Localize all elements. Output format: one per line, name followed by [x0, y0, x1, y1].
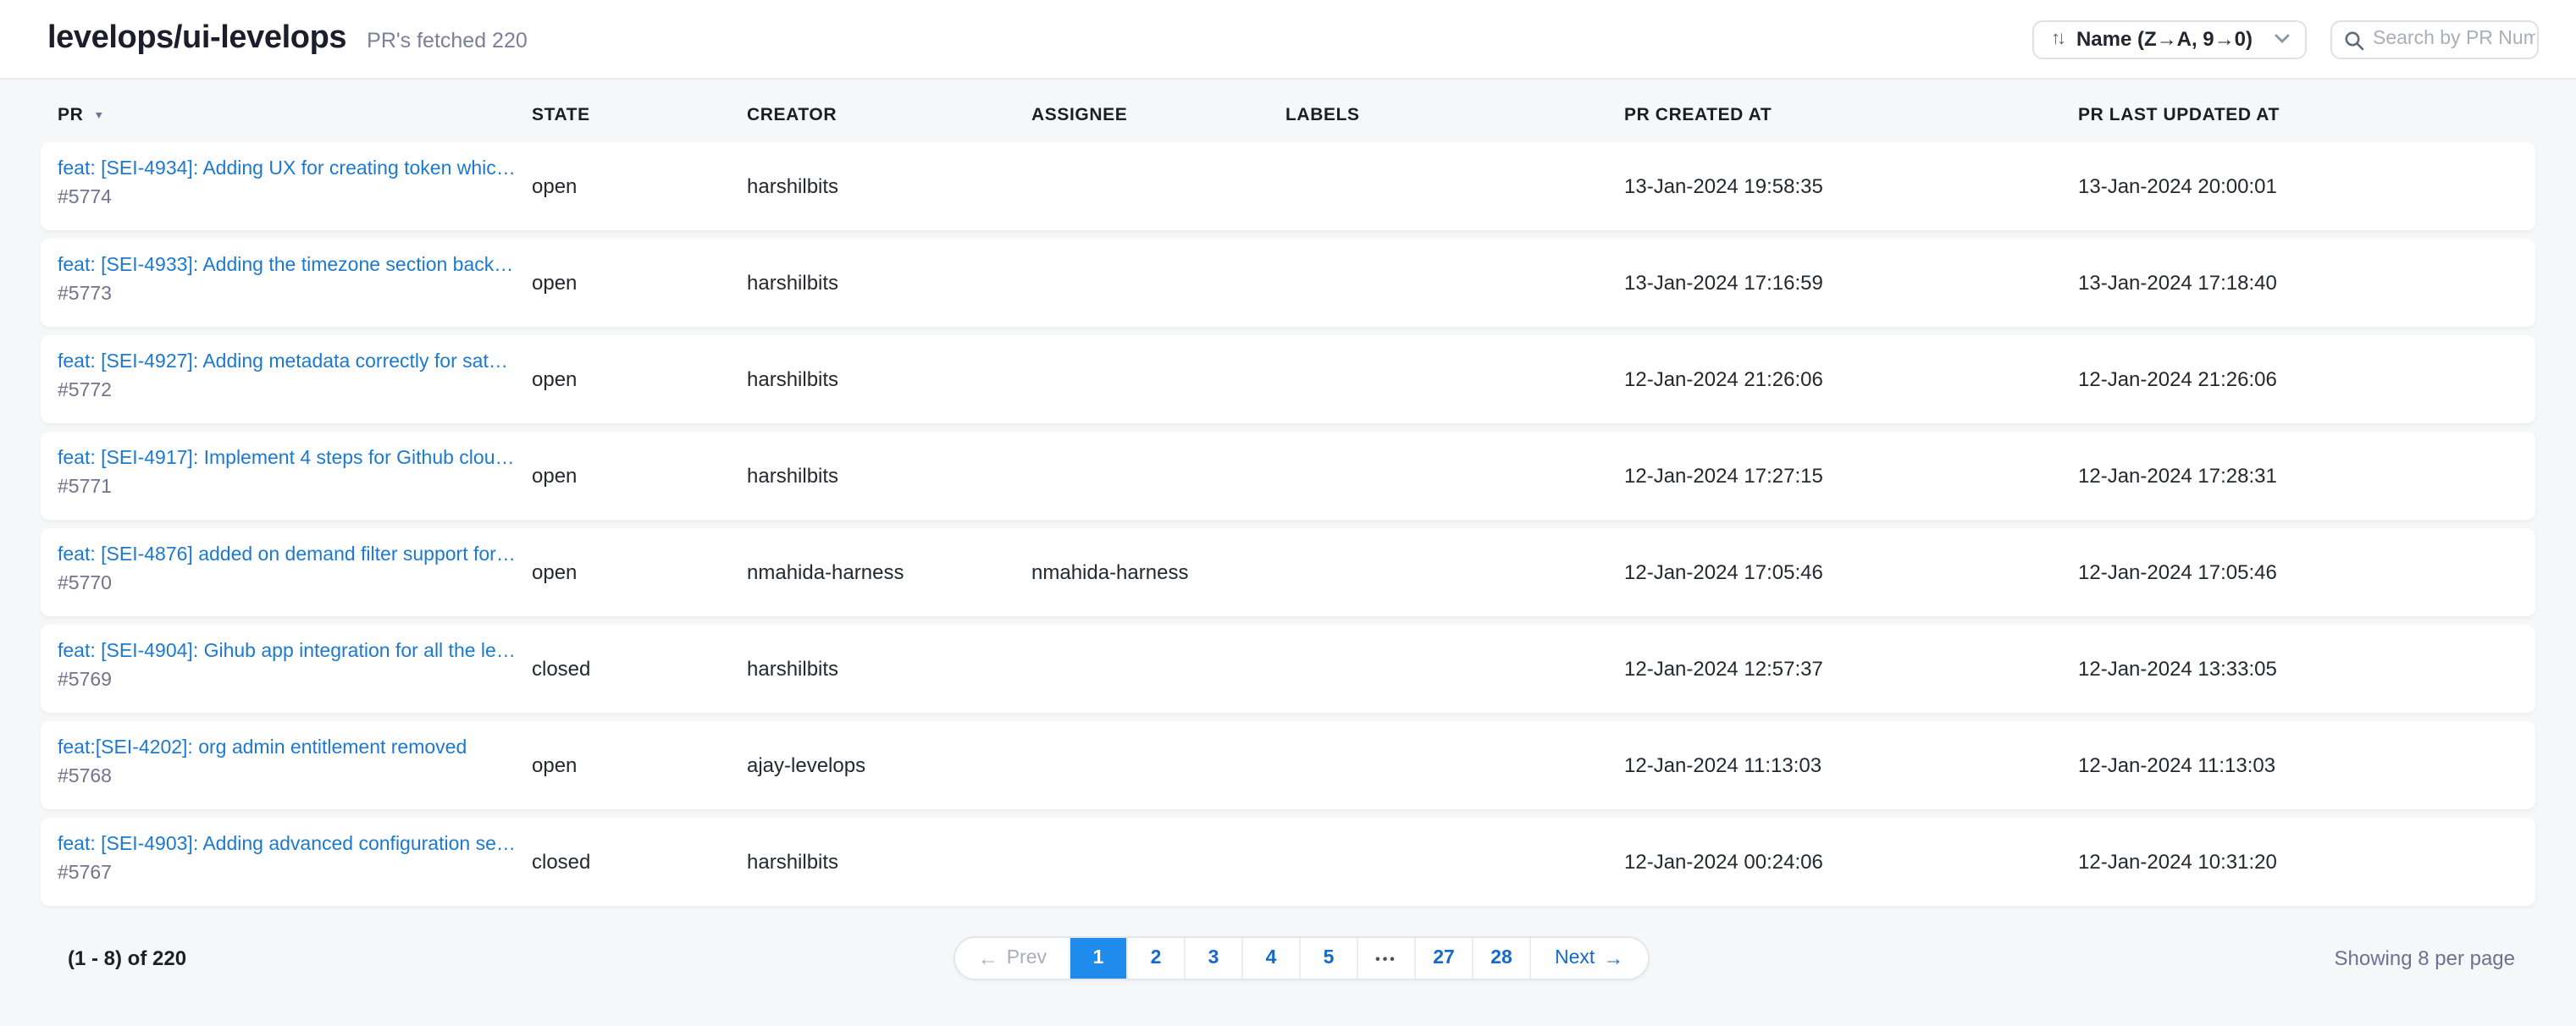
column-header-state: STATE [532, 105, 747, 125]
pr-creator: harshilbits [747, 657, 1031, 681]
pr-creator: harshilbits [747, 850, 1031, 874]
pagination-page-5[interactable]: 5 [1301, 938, 1358, 979]
column-header-created-at: PR CREATED AT [1624, 105, 2078, 125]
pr-number: #5769 [58, 667, 532, 694]
pr-title-link[interactable]: feat: [SEI-4934]: Adding UX for creating… [58, 156, 518, 183]
pr-created-at: 12-Jan-2024 17:05:46 [1624, 560, 2078, 584]
table-row[interactable]: feat:[SEI-4202]: org admin entitlement r… [41, 721, 2535, 809]
pr-created-at: 13-Jan-2024 17:16:59 [1624, 271, 2078, 295]
pr-title-link[interactable]: feat: [SEI-4933]: Adding the timezone se… [58, 252, 518, 279]
pr-created-at: 12-Jan-2024 12:57:37 [1624, 657, 2078, 681]
pr-number: #5770 [58, 571, 532, 598]
page-title: levelops/ui-levelops [47, 20, 346, 58]
pr-title-link[interactable]: feat: [SEI-4917]: Implement 4 steps for … [58, 445, 518, 472]
pr-created-at: 12-Jan-2024 00:24:06 [1624, 850, 2078, 874]
pr-assignee: nmahida-harness [1031, 560, 1285, 584]
pr-state: open [532, 367, 747, 391]
results-range: (1 - 8) of 220 [68, 946, 440, 970]
pr-creator: harshilbits [747, 464, 1031, 488]
pr-updated-at: 12-Jan-2024 10:31:20 [2078, 850, 2535, 874]
pagination-page-2[interactable]: 2 [1128, 938, 1186, 979]
pr-state: open [532, 560, 747, 584]
column-header-creator: CREATOR [747, 105, 1031, 125]
sort-label: Name (Z→A, 9→0) [2076, 27, 2253, 51]
column-header-pr[interactable]: PR ▼ [58, 105, 532, 125]
sort-direction-icon: ↑↓ [2051, 29, 2063, 49]
pr-state: open [532, 174, 747, 198]
pr-updated-at: 12-Jan-2024 17:05:46 [2078, 560, 2535, 584]
pagination-ellipsis[interactable]: ••• [1358, 938, 1416, 979]
pr-title-link[interactable]: feat:[SEI-4202]: org admin entitlement r… [58, 735, 518, 762]
pagination-prev-button[interactable]: ← Prev [956, 938, 1070, 979]
pagination-next-button[interactable]: Next → [1531, 938, 1647, 979]
table-header-row: PR ▼ STATE CREATOR ASSIGNEE LABELS PR CR… [41, 105, 2535, 125]
pr-created-at: 12-Jan-2024 17:27:15 [1624, 464, 2078, 488]
pr-number: #5774 [58, 185, 532, 212]
table-row[interactable]: feat: [SEI-4876] added on demand filter … [41, 528, 2535, 616]
pr-updated-at: 12-Jan-2024 17:28:31 [2078, 464, 2535, 488]
pr-updated-at: 13-Jan-2024 20:00:01 [2078, 174, 2535, 198]
sort-caret-icon: ▼ [93, 109, 104, 120]
sort-dropdown[interactable]: ↑↓ Name (Z→A, 9→0) [2032, 19, 2307, 58]
pr-list-page: levelops/ui-levelops PR's fetched 220 ↑↓… [0, 0, 2576, 1026]
search-icon [2344, 30, 2364, 50]
app-header: levelops/ui-levelops PR's fetched 220 ↑↓… [0, 0, 2576, 78]
pr-number: #5773 [58, 281, 532, 308]
search-box [2330, 19, 2539, 58]
pr-number: #5767 [58, 860, 532, 887]
pr-title-link[interactable]: feat: [SEI-4927]: Adding metadata correc… [58, 349, 518, 376]
search-input[interactable] [2373, 29, 2535, 49]
table-row[interactable]: feat: [SEI-4903]: Adding advanced config… [41, 818, 2535, 906]
pr-number: #5771 [58, 474, 532, 501]
pr-creator: nmahida-harness [747, 560, 1031, 584]
pagination-page-3[interactable]: 3 [1186, 938, 1243, 979]
pr-state: closed [532, 850, 747, 874]
column-header-assignee: ASSIGNEE [1031, 105, 1285, 125]
per-page-label: Showing 8 per page [2163, 946, 2535, 970]
pr-title-link[interactable]: feat: [SEI-4904]: Gihub app integration … [58, 638, 518, 665]
pr-table: PR ▼ STATE CREATOR ASSIGNEE LABELS PR CR… [0, 105, 2576, 980]
pr-created-at: 12-Jan-2024 21:26:06 [1624, 367, 2078, 391]
pr-creator: harshilbits [747, 174, 1031, 198]
pr-updated-at: 12-Jan-2024 11:13:03 [2078, 753, 2535, 777]
pr-number: #5772 [58, 378, 532, 405]
table-row[interactable]: feat: [SEI-4927]: Adding metadata correc… [41, 335, 2535, 423]
pr-updated-at: 12-Jan-2024 21:26:06 [2078, 367, 2535, 391]
pr-state: closed [532, 657, 747, 681]
pagination: ← Prev 1 2 3 4 5 ••• 27 28 Next → [954, 936, 1650, 980]
pagination-page-27[interactable]: 27 [1416, 938, 1473, 979]
pr-state: open [532, 271, 747, 295]
pr-fetched-count: PR's fetched 220 [367, 29, 528, 52]
table-row[interactable]: feat: [SEI-4933]: Adding the timezone se… [41, 239, 2535, 327]
pr-state: open [532, 753, 747, 777]
pagination-page-28[interactable]: 28 [1473, 938, 1531, 979]
pr-updated-at: 12-Jan-2024 13:33:05 [2078, 657, 2535, 681]
table-row[interactable]: feat: [SEI-4934]: Adding UX for creating… [41, 142, 2535, 230]
pr-state: open [532, 464, 747, 488]
column-header-updated-at: PR LAST UPDATED AT [2078, 105, 2535, 125]
pr-title-link[interactable]: feat: [SEI-4903]: Adding advanced config… [58, 831, 518, 858]
table-row[interactable]: feat: [SEI-4917]: Implement 4 steps for … [41, 432, 2535, 520]
pr-creator: harshilbits [747, 271, 1031, 295]
table-row[interactable]: feat: [SEI-4904]: Gihub app integration … [41, 625, 2535, 713]
pr-created-at: 12-Jan-2024 11:13:03 [1624, 753, 2078, 777]
table-footer: (1 - 8) of 220 ← Prev 1 2 3 4 5 ••• 27 2… [41, 936, 2535, 980]
pr-title-link[interactable]: feat: [SEI-4876] added on demand filter … [58, 542, 518, 569]
chevron-down-icon [2275, 34, 2290, 44]
arrow-right-icon: → [1603, 946, 1623, 970]
pagination-page-4[interactable]: 4 [1243, 938, 1301, 979]
pagination-page-1[interactable]: 1 [1070, 938, 1128, 979]
pr-number: #5768 [58, 764, 532, 791]
pr-creator: ajay-levelops [747, 753, 1031, 777]
column-header-labels: LABELS [1285, 105, 1624, 125]
arrow-left-icon: ← [978, 946, 998, 970]
pr-updated-at: 13-Jan-2024 17:18:40 [2078, 271, 2535, 295]
pr-created-at: 13-Jan-2024 19:58:35 [1624, 174, 2078, 198]
pr-creator: harshilbits [747, 367, 1031, 391]
